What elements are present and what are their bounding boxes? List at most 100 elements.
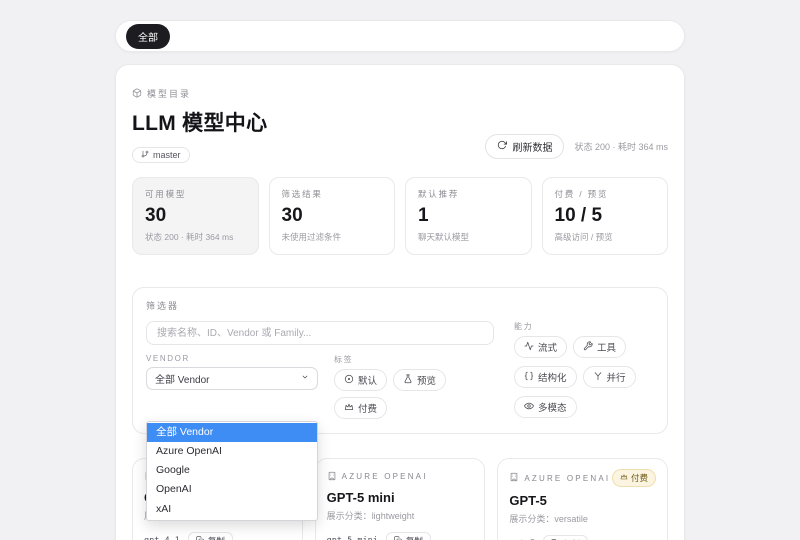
capabilities-label: 能力 xyxy=(514,321,654,332)
building-icon xyxy=(509,472,519,484)
model-vendor-row: AZURE OPENAI xyxy=(327,469,474,484)
model-id-row: gpt-5 复制 xyxy=(509,535,656,540)
stat-card-paid-preview[interactable]: 付费 / 预览 10 / 5 高级访问 / 预览 xyxy=(542,177,669,255)
catalog-label: 模型目录 xyxy=(147,87,191,100)
vendor-select[interactable]: 全部 Vendor xyxy=(146,367,318,390)
model-category-label: 展示分类： xyxy=(509,514,554,524)
stat-label: 可用模型 xyxy=(145,188,246,200)
capability-chip-streaming[interactable]: 流式 xyxy=(514,336,567,358)
vendor-option-all[interactable]: 全部 Vendor xyxy=(147,423,317,442)
building-icon xyxy=(327,471,337,483)
capability-chip-label: 流式 xyxy=(538,340,557,354)
filters-grid: VENDOR 全部 Vendor 全部 Vendor Azure OpenAI … xyxy=(146,321,654,420)
capability-chip-tools[interactable]: 工具 xyxy=(573,336,626,358)
model-card-gpt-5-mini[interactable]: AZURE OPENAI GPT-5 mini 展示分类：lightweight… xyxy=(315,458,486,540)
filters-left: VENDOR 全部 Vendor 全部 Vendor Azure OpenAI … xyxy=(146,321,494,420)
stat-caption: 未使用过滤条件 xyxy=(282,231,383,243)
branch-name: master xyxy=(153,150,181,160)
stat-caption: 状态 200 · 耗时 364 ms xyxy=(145,231,246,243)
search-input[interactable] xyxy=(146,321,494,345)
model-id-row: gpt-4.1 复制 xyxy=(144,532,291,540)
vendor-select-value: 全部 Vendor xyxy=(155,371,209,386)
capability-chip-label: 并行 xyxy=(607,370,626,384)
copy-label: 复制 xyxy=(406,535,423,540)
tag-chip-label: 付费 xyxy=(358,401,377,415)
stat-value: 30 xyxy=(282,205,383,227)
refresh-button[interactable]: 刷新数据 xyxy=(485,134,564,159)
model-category: 展示分类：lightweight xyxy=(327,509,474,522)
refresh-label: 刷新数据 xyxy=(512,139,552,154)
crown-icon xyxy=(344,402,354,415)
capabilities-filter: 能力 流式 工具 结构化 xyxy=(514,321,654,420)
capability-chip-label: 多模态 xyxy=(538,400,567,414)
wrench-icon xyxy=(583,341,593,354)
fork-icon xyxy=(593,371,603,384)
copy-label: 复制 xyxy=(208,535,225,540)
model-id-row: gpt-5-mini 复制 xyxy=(327,532,474,540)
capabilities-chips: 流式 工具 结构化 并行 xyxy=(514,336,654,420)
tab-all[interactable]: 全部 xyxy=(126,24,170,49)
model-vendor-name: AZURE OPENAI xyxy=(342,472,428,481)
stat-label: 筛选结果 xyxy=(282,188,383,200)
vendor-label: VENDOR xyxy=(146,354,318,363)
copy-button[interactable]: 复制 xyxy=(386,532,431,540)
tag-chip-preview[interactable]: 预览 xyxy=(393,369,446,391)
tags-label: 标签 xyxy=(334,354,494,365)
page-wrapper: 全部 模型目录 LLM 模型中心 master 刷新数据 xyxy=(115,20,685,540)
model-vendor: AZURE OPENAI xyxy=(327,471,428,483)
page-title: LLM 模型中心 xyxy=(132,107,267,137)
flask-icon xyxy=(403,374,413,387)
model-name: GPT-5 xyxy=(509,493,656,508)
cube-icon xyxy=(132,88,142,100)
capability-chip-label: 工具 xyxy=(597,340,616,354)
header-right: 刷新数据 状态 200 · 耗时 364 ms xyxy=(485,134,668,163)
branch-badge: master xyxy=(132,147,190,163)
stat-label: 付费 / 预览 xyxy=(555,188,656,200)
copy-button[interactable]: 复制 xyxy=(543,535,588,540)
api-status-text: 状态 200 · 耗时 364 ms xyxy=(574,140,668,153)
stat-value: 1 xyxy=(418,205,519,227)
capability-chip-structured[interactable]: 结构化 xyxy=(514,366,577,388)
copy-icon xyxy=(394,536,402,540)
model-vendor-row: AZURE OPENAI 付费 xyxy=(509,469,656,487)
activity-icon xyxy=(524,341,534,354)
copy-icon xyxy=(196,536,204,540)
stat-card-filtered[interactable]: 筛选结果 30 未使用过滤条件 xyxy=(269,177,396,255)
capability-chip-label: 结构化 xyxy=(538,370,567,384)
tags-chips: 默认 预览 付费 xyxy=(334,369,494,419)
filters-title: 筛选器 xyxy=(146,299,654,312)
tag-chip-label: 默认 xyxy=(358,373,377,387)
tag-chip-paid[interactable]: 付费 xyxy=(334,397,387,419)
vendor-option-azure-openai[interactable]: Azure OpenAI xyxy=(147,442,317,461)
vendor-option-google[interactable]: Google xyxy=(147,461,317,480)
stat-card-available[interactable]: 可用模型 30 状态 200 · 耗时 364 ms xyxy=(132,177,259,255)
capability-chip-multimodal[interactable]: 多模态 xyxy=(514,396,577,418)
model-card-gpt-5[interactable]: AZURE OPENAI 付费 GPT-5 展示分类：versatile gpt… xyxy=(497,458,668,540)
braces-icon xyxy=(524,371,534,384)
model-id: gpt-4.1 xyxy=(144,536,180,540)
vendor-filter: VENDOR 全部 Vendor 全部 Vendor Azure OpenAI … xyxy=(146,354,318,419)
copy-button[interactable]: 复制 xyxy=(188,532,233,540)
filters-section: 筛选器 VENDOR 全部 Vendor 全部 Ve xyxy=(132,287,668,434)
stat-caption: 高级访问 / 预览 xyxy=(555,231,656,243)
catalog-eyebrow: 模型目录 xyxy=(132,87,267,100)
crown-icon xyxy=(620,473,628,483)
vendor-dropdown: 全部 Vendor Azure OpenAI Google OpenAI xAI xyxy=(146,421,318,521)
paid-badge: 付费 xyxy=(612,469,656,487)
stat-card-default[interactable]: 默认推荐 1 聊天默认模型 xyxy=(405,177,532,255)
stat-label: 默认推荐 xyxy=(418,188,519,200)
stat-caption: 聊天默认模型 xyxy=(418,231,519,243)
vendor-option-xai[interactable]: xAI xyxy=(147,500,317,519)
refresh-icon xyxy=(497,140,507,153)
stat-value: 30 xyxy=(145,205,246,227)
chevron-down-icon xyxy=(301,373,309,384)
top-tab-bar: 全部 xyxy=(115,20,685,52)
model-category-value: lightweight xyxy=(372,511,415,521)
model-vendor-name: AZURE OPENAI xyxy=(524,474,610,483)
main-panel: 模型目录 LLM 模型中心 master 刷新数据 状态 200 · 耗时 36… xyxy=(115,64,685,540)
tag-chip-default[interactable]: 默认 xyxy=(334,369,387,391)
header-left: 模型目录 LLM 模型中心 master xyxy=(132,87,267,163)
vendor-option-openai[interactable]: OpenAI xyxy=(147,480,317,499)
model-vendor: AZURE OPENAI xyxy=(509,472,610,484)
capability-chip-parallel[interactable]: 并行 xyxy=(583,366,636,388)
